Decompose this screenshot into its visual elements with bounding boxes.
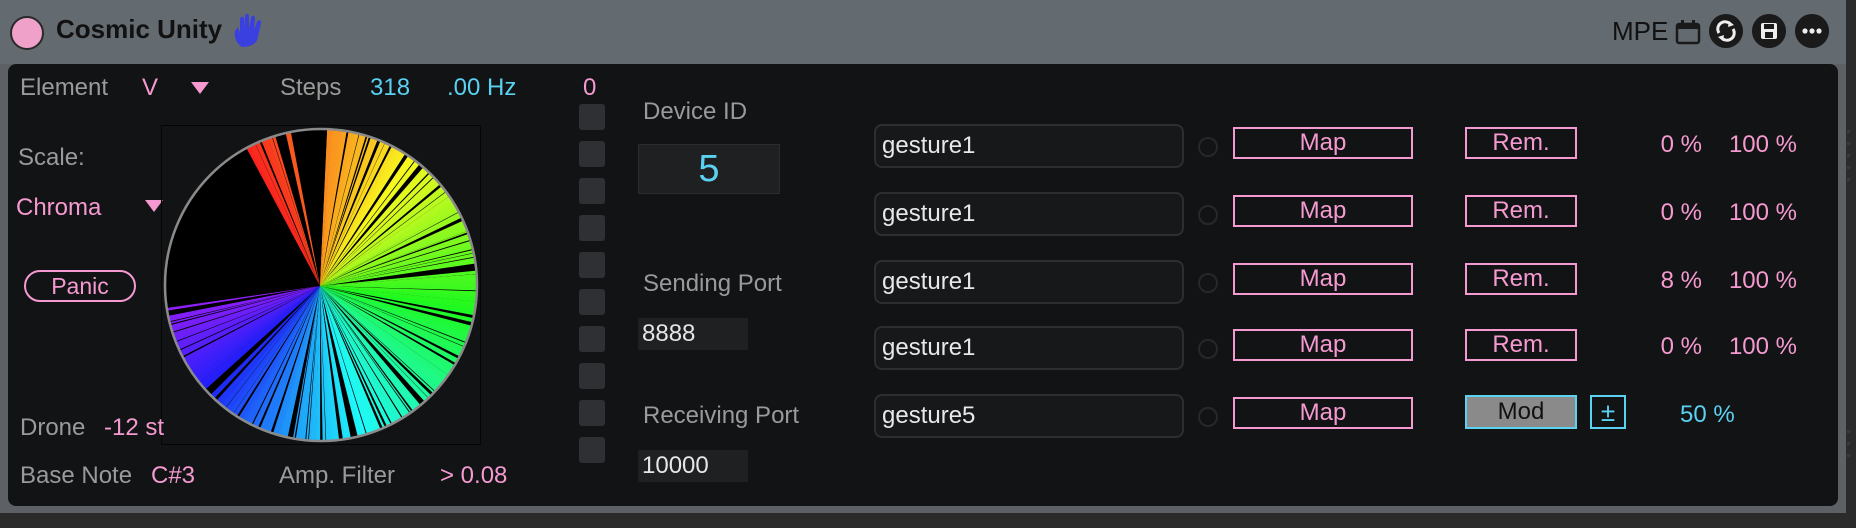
- remove-button[interactable]: Rem.: [1465, 195, 1577, 227]
- gesture-indicator: [1198, 273, 1218, 293]
- range-min[interactable]: 0 %: [1628, 131, 1702, 159]
- map-button[interactable]: Map: [1233, 397, 1413, 429]
- gesture-indicator: [1198, 339, 1218, 359]
- amp-filter-label: Amp. Filter: [279, 462, 396, 489]
- base-note-label: Base Note: [20, 462, 133, 489]
- sync-icon[interactable]: [1709, 14, 1743, 48]
- drone-label: Drone: [20, 414, 86, 441]
- resize-handle[interactable]: [1846, 130, 1852, 460]
- mpe-label: MPE: [1612, 16, 1669, 46]
- step-button[interactable]: [579, 363, 605, 389]
- device-panel: Element V Steps 318 .00 Hz 0 Scale: Chro…: [8, 64, 1838, 506]
- scale-label: Scale:: [18, 144, 85, 171]
- range-min[interactable]: 8 %: [1628, 267, 1702, 295]
- sending-port-field[interactable]: 8888: [638, 318, 748, 350]
- remove-button[interactable]: Rem.: [1465, 263, 1577, 295]
- panic-button[interactable]: Panic: [24, 270, 136, 302]
- map-button[interactable]: Map: [1233, 195, 1413, 227]
- step-button[interactable]: [579, 141, 605, 167]
- plus-minus-button[interactable]: ±: [1590, 395, 1626, 429]
- remove-button[interactable]: Rem.: [1465, 127, 1577, 159]
- more-icon[interactable]: [1795, 14, 1829, 48]
- device-id-value[interactable]: 5: [638, 144, 780, 194]
- map-button[interactable]: Map: [1233, 263, 1413, 295]
- element-dropdown-icon[interactable]: [191, 82, 209, 94]
- gesture-field[interactable]: gesture1: [874, 326, 1184, 370]
- mod-amount[interactable]: 50 %: [1680, 401, 1735, 429]
- amp-filter-value[interactable]: > 0.08: [440, 462, 507, 490]
- step-button[interactable]: [579, 400, 605, 426]
- hand-icon: [234, 13, 262, 47]
- remove-button[interactable]: Rem.: [1465, 329, 1577, 361]
- range-max[interactable]: 100 %: [1708, 267, 1797, 295]
- receiving-port-label: Receiving Port: [643, 402, 800, 429]
- range-max[interactable]: 100 %: [1708, 333, 1797, 361]
- range-max[interactable]: 100 %: [1708, 199, 1797, 227]
- scale-value[interactable]: Chroma: [16, 194, 101, 222]
- gesture-field[interactable]: gesture1: [874, 124, 1184, 168]
- range-max[interactable]: 100 %: [1708, 131, 1797, 159]
- step-button[interactable]: [579, 326, 605, 352]
- gesture-field[interactable]: gesture5: [874, 394, 1184, 438]
- element-value[interactable]: V: [142, 74, 158, 102]
- map-button[interactable]: Map: [1233, 329, 1413, 361]
- sending-port-label: Sending Port: [643, 270, 782, 297]
- steps-value[interactable]: 318: [370, 74, 410, 102]
- gesture-indicator: [1198, 205, 1218, 225]
- color-wheel[interactable]: [162, 126, 480, 444]
- title-bar: Cosmic Unity MPE: [0, 0, 1846, 64]
- gesture-indicator: [1198, 407, 1218, 427]
- step-button[interactable]: [579, 215, 605, 241]
- steps-label: Steps: [280, 74, 342, 101]
- base-note-value[interactable]: C#3: [151, 462, 195, 490]
- step-button[interactable]: [579, 437, 605, 463]
- mod-button[interactable]: Mod: [1465, 395, 1577, 429]
- drone-value[interactable]: -12 st: [104, 414, 164, 442]
- device-id-label: Device ID: [643, 98, 748, 125]
- counter-value: 0: [583, 74, 597, 101]
- gesture-indicator: [1198, 137, 1218, 157]
- step-button[interactable]: [579, 289, 605, 315]
- element-label: Element: [20, 74, 109, 101]
- step-button[interactable]: [579, 104, 605, 130]
- range-min[interactable]: 0 %: [1628, 199, 1702, 227]
- save-icon[interactable]: [1752, 14, 1786, 48]
- gesture-field[interactable]: gesture1: [874, 192, 1184, 236]
- map-button[interactable]: Map: [1233, 127, 1413, 159]
- receiving-port-field[interactable]: 10000: [638, 450, 748, 482]
- frequency-value[interactable]: .00 Hz: [447, 74, 516, 102]
- step-button[interactable]: [579, 178, 605, 204]
- step-button[interactable]: [579, 252, 605, 278]
- device-title: Cosmic Unity: [56, 14, 223, 44]
- calendar-icon[interactable]: [1674, 18, 1702, 46]
- range-min[interactable]: 0 %: [1628, 333, 1702, 361]
- color-wheel-frame: [161, 125, 481, 445]
- gesture-field[interactable]: gesture1: [874, 260, 1184, 304]
- power-icon[interactable]: [10, 16, 44, 50]
- device-frame: Cosmic Unity MPE Element V Steps 318 .00…: [0, 0, 1850, 513]
